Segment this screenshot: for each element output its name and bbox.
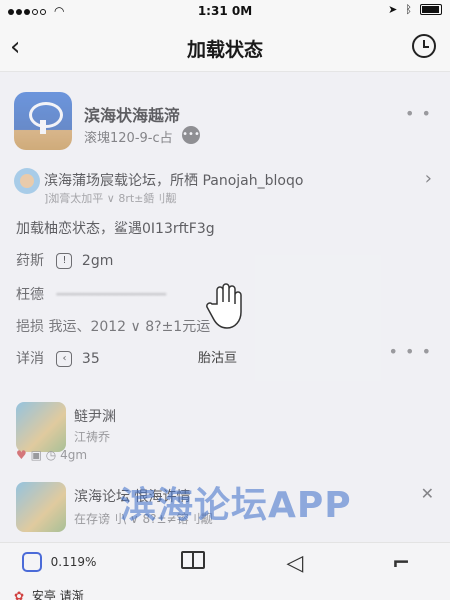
triangle-back-icon: ◁ [286, 551, 304, 576]
hand-icon [206, 283, 242, 329]
watermark: 滨海论坛APP [120, 485, 352, 526]
tab-share[interactable]: ⌐ [356, 551, 446, 581]
history-clock-icon[interactable] [412, 34, 436, 58]
book-icon [181, 551, 205, 569]
tab-value: 0.119% [50, 554, 97, 569]
package-icon [21, 551, 42, 572]
page-title: 加载状态 [186, 39, 263, 61]
status-time: 1:31 0M [197, 4, 253, 18]
bluetooth-icon: ᛒ [405, 3, 412, 16]
tab-progress[interactable]: 0.119% [14, 551, 104, 581]
bottom-note-text: 安亭 请渐 [31, 589, 84, 600]
status-bar: ◠ 1:31 0M ➤ ᛒ [0, 0, 450, 22]
status-icons: ➤ ᛒ [388, 3, 442, 16]
bottom-tab-bar: 0.119% ◁ ⌐ ✿ 安亭 请渐 [0, 542, 450, 600]
navigation-bar: ‹ 加载状态 [0, 22, 450, 72]
loading-overlay: 胎沽亘 滨海论坛APP [0, 72, 450, 542]
location-icon: ➤ [388, 3, 398, 16]
bottom-note: ✿ 安亭 请渐 [14, 587, 84, 600]
tab-back[interactable]: ◁ [250, 551, 340, 581]
loading-label: 胎沽亘 [198, 351, 238, 366]
battery-icon [420, 4, 442, 15]
tab-book[interactable] [148, 551, 238, 581]
gear-icon: ✿ [14, 589, 25, 600]
share-icon: ⌐ [391, 551, 411, 576]
